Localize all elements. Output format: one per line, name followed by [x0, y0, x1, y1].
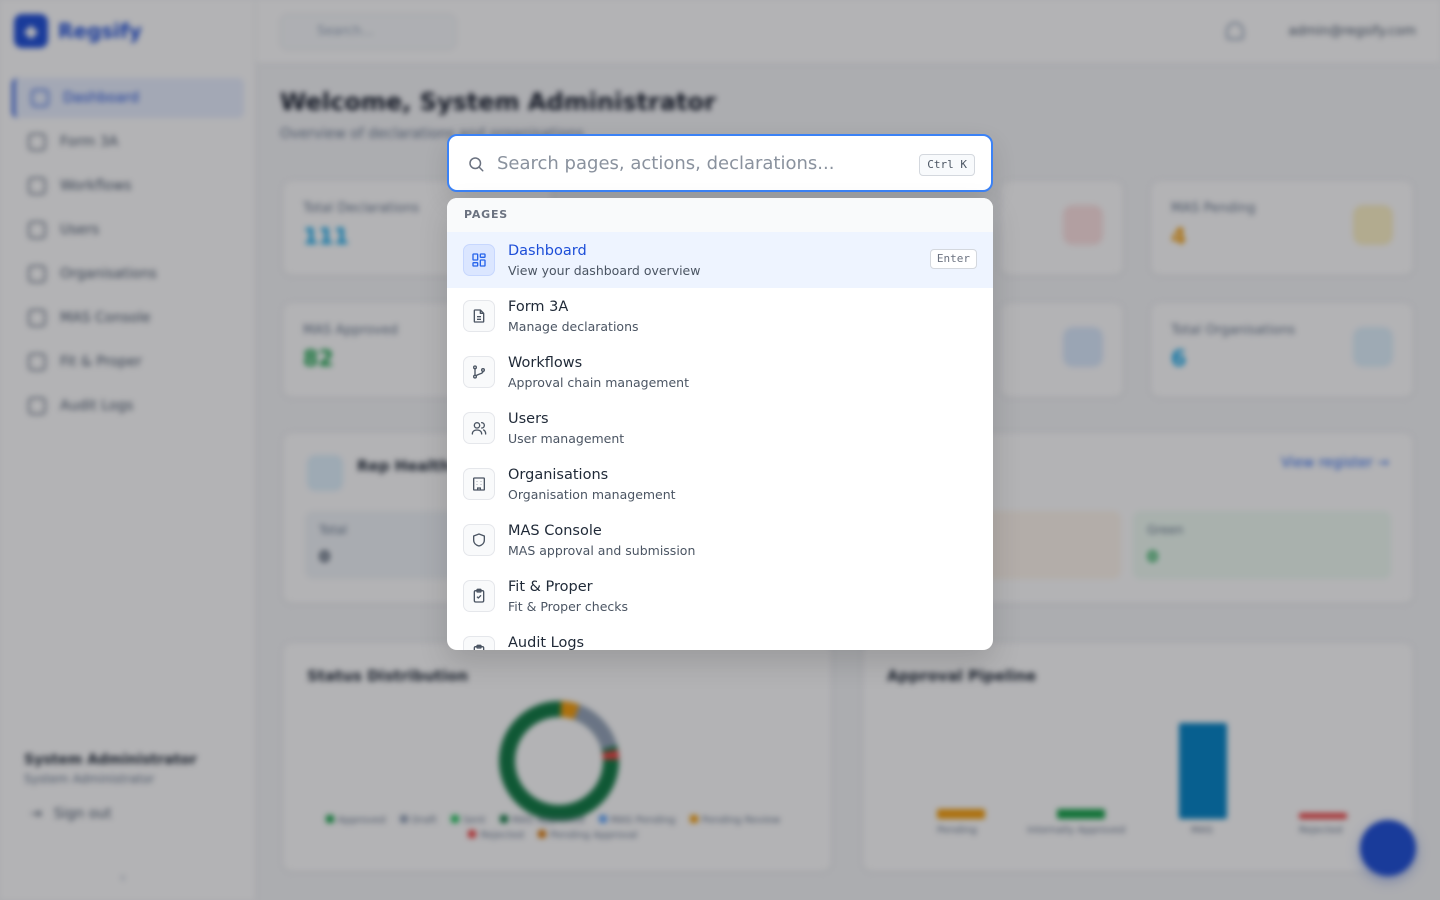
- shield-icon: [463, 524, 495, 556]
- palette-item-title: Fit & Proper: [508, 579, 593, 595]
- palette-item-title: Users: [508, 411, 549, 427]
- palette-item-description: MAS approval and submission: [508, 543, 696, 558]
- document-icon: [463, 300, 495, 332]
- palette-item-description: Approval chain management: [508, 375, 689, 390]
- palette-item-dashboard[interactable]: Dashboard View your dashboard overview E…: [447, 232, 993, 288]
- palette-item-organisations[interactable]: Organisations Organisation management: [447, 456, 993, 512]
- command-palette-search: Ctrl K: [447, 134, 993, 192]
- clipboard-icon: [463, 636, 495, 650]
- search-icon: [469, 157, 484, 172]
- palette-item-title: Audit Logs: [508, 635, 585, 650]
- palette-item-title: Dashboard: [508, 243, 587, 259]
- palette-item-description: User management: [508, 431, 625, 446]
- clipboard-check-icon: [463, 580, 495, 612]
- palette-item-description: Fit & Proper checks: [508, 599, 629, 614]
- palette-item-users[interactable]: Users User management: [447, 400, 993, 456]
- palette-item-workflows[interactable]: Workflows Approval chain management: [447, 344, 993, 400]
- enter-kbd: Enter: [929, 249, 977, 269]
- palette-item-title: Organisations: [508, 467, 609, 483]
- palette-item-audit-logs[interactable]: Audit Logs: [447, 624, 993, 650]
- palette-item-description: View your dashboard overview: [508, 263, 701, 278]
- palette-item-mas-console[interactable]: MAS Console MAS approval and submission: [447, 512, 993, 568]
- palette-item-title: Workflows: [508, 355, 583, 371]
- palette-item-description: Manage declarations: [508, 319, 639, 334]
- palette-item-title: MAS Console: [508, 523, 602, 539]
- dashboard-icon: [463, 244, 495, 276]
- palette-item-form-3a[interactable]: Form 3A Manage declarations: [447, 288, 993, 344]
- palette-item-title: Form 3A: [508, 299, 569, 315]
- building-icon: [463, 468, 495, 500]
- command-palette-input[interactable]: [497, 146, 917, 180]
- palette-item-fit-proper[interactable]: Fit & Proper Fit & Proper checks: [447, 568, 993, 624]
- workflow-icon: [463, 356, 495, 388]
- users-icon: [463, 412, 495, 444]
- palette-item-description: Organisation management: [508, 487, 676, 502]
- results-group-label: PAGES: [447, 198, 993, 232]
- shortcut-kbd: Ctrl K: [919, 154, 975, 176]
- command-palette-results: PAGES Dashboard View your dashboard over…: [447, 198, 993, 650]
